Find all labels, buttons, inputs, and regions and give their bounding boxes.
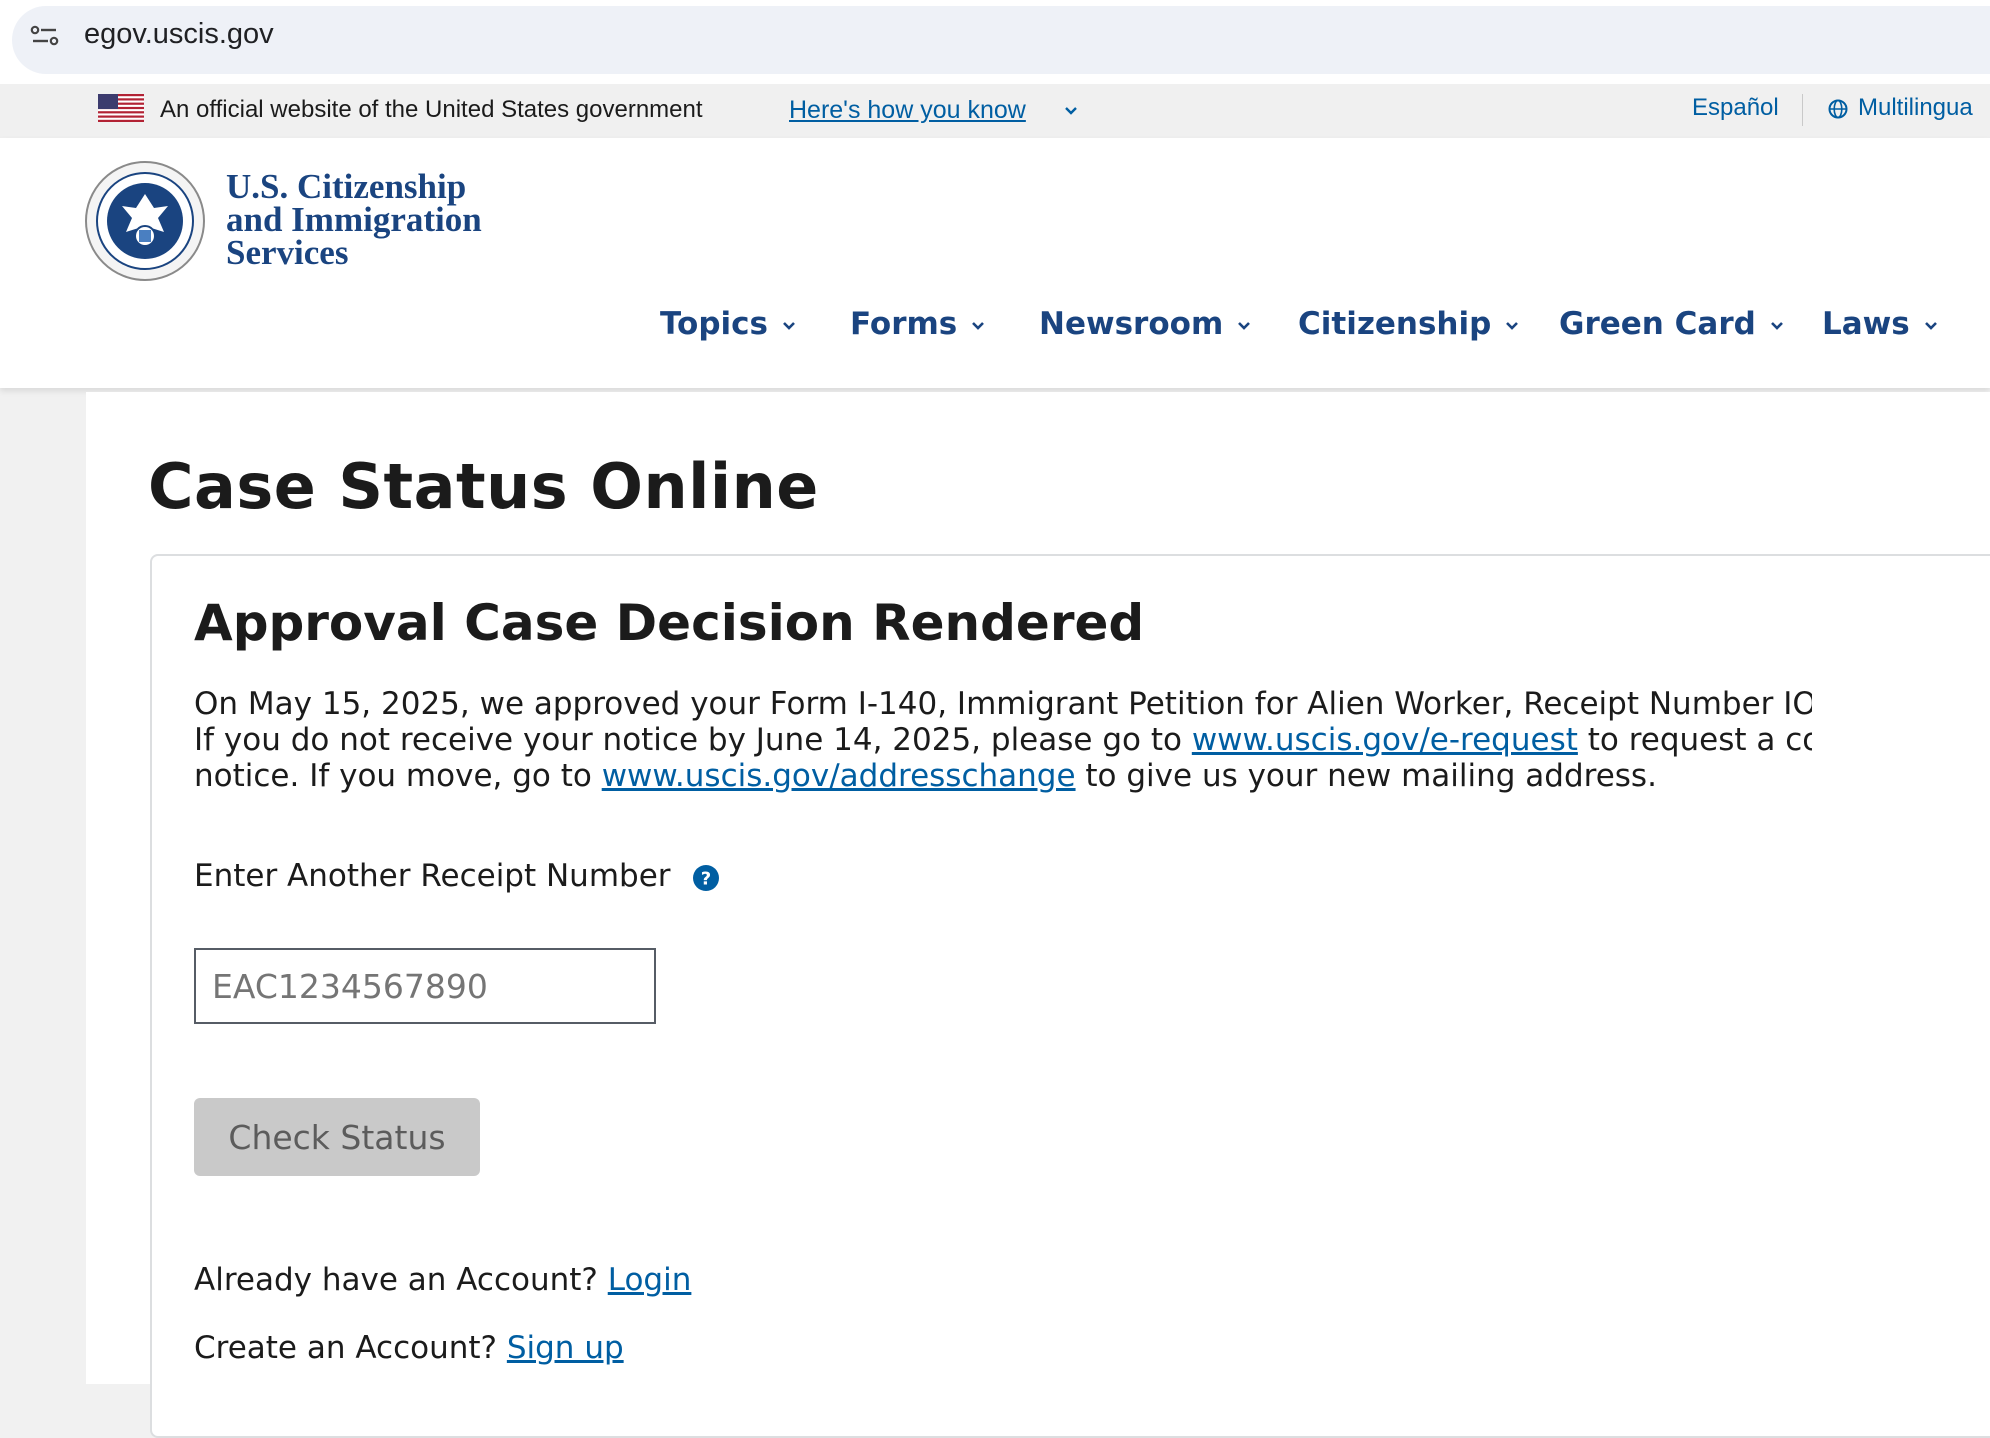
multilingual-link[interactable]: Multilingua — [1858, 94, 1973, 122]
status-text-line: If you do not receive your notice by Jun… — [194, 722, 1812, 758]
nav-laws[interactable]: Laws — [1822, 306, 1938, 342]
receipt-number-label: Enter Another Receipt Number — [194, 858, 671, 894]
case-status-heading: Approval Case Decision Rendered — [194, 594, 1145, 652]
official-site-text: An official website of the United States… — [160, 96, 703, 123]
status-text: notice. If you move, go to — [194, 758, 602, 794]
nav-label: Citizenship — [1298, 306, 1492, 342]
chevron-down-icon — [783, 321, 795, 330]
nav-newsroom[interactable]: Newsroom — [1039, 306, 1251, 342]
login-link[interactable]: Login — [608, 1262, 692, 1298]
e-request-link[interactable]: www.uscis.gov/e-request — [1192, 722, 1578, 758]
help-icon[interactable]: ? — [692, 864, 720, 892]
page-title: Case Status Online — [148, 450, 819, 523]
address-change-link[interactable]: www.uscis.gov/addresschange — [602, 758, 1076, 794]
nav-label: Green Card — [1559, 306, 1756, 342]
login-prompt-text: Already have an Account? — [194, 1262, 598, 1298]
chevron-down-icon — [1924, 321, 1937, 330]
login-prompt: Already have an Account? Login — [194, 1262, 691, 1298]
uscis-logo-text[interactable]: U.S. Citizenship and Immigration Service… — [226, 167, 482, 272]
url-text[interactable]: egov.uscis.gov — [84, 18, 274, 51]
logo-line: U.S. Citizenship — [226, 167, 467, 206]
svg-text:?: ? — [701, 869, 711, 890]
main-content: Case Status Online Approval Case Decisio… — [86, 392, 1990, 1438]
signup-prompt: Create an Account? Sign up — [194, 1330, 624, 1366]
status-text: If you do not receive your notice by Jun… — [194, 722, 1192, 758]
chevron-down-icon — [1770, 321, 1783, 330]
chevron-down-icon — [1238, 321, 1251, 330]
chevron-down-icon — [972, 321, 985, 330]
gov-banner: An official website of the United States… — [0, 84, 1990, 139]
status-text: to request a cop — [1587, 722, 1812, 758]
nav-topics[interactable]: Topics — [660, 306, 796, 342]
nav-citizenship[interactable]: Citizenship — [1298, 306, 1519, 342]
case-status-description: On May 15, 2025, we approved your Form I… — [194, 686, 1812, 796]
check-status-button[interactable]: Check Status — [194, 1098, 480, 1176]
status-text-line: On May 15, 2025, we approved your Form I… — [194, 686, 1812, 722]
status-text: to give us your new mailing address. — [1075, 758, 1657, 794]
chevron-down-icon — [1506, 321, 1519, 330]
globe-icon — [1828, 99, 1848, 119]
status-text-line: notice. If you move, go to www.uscis.gov… — [194, 758, 1812, 794]
signup-prompt-text: Create an Account? — [194, 1330, 497, 1366]
receipt-number-input[interactable] — [194, 948, 656, 1024]
case-status-card: Approval Case Decision Rendered On May 1… — [150, 554, 1990, 1438]
us-flag-icon — [98, 94, 144, 122]
omnibox[interactable] — [12, 6, 1990, 74]
nav-label: Laws — [1822, 306, 1910, 342]
logo-line: Services — [226, 233, 349, 272]
logo-line: and Immigration — [226, 200, 482, 239]
site-header: U.S. Citizenship and Immigration Service… — [0, 138, 1990, 388]
divider — [1802, 94, 1803, 126]
nav-label: Newsroom — [1039, 306, 1224, 342]
dhs-seal-icon[interactable] — [84, 160, 206, 282]
nav-green-card[interactable]: Green Card — [1559, 306, 1784, 342]
signup-link[interactable]: Sign up — [507, 1330, 624, 1366]
browser-address-bar: egov.uscis.gov — [0, 0, 1990, 84]
nav-forms[interactable]: Forms — [850, 306, 985, 342]
chevron-down-icon — [1065, 107, 1077, 115]
site-info-icon[interactable] — [30, 24, 60, 48]
nav-label: Forms — [850, 306, 958, 342]
how-you-know-link[interactable]: Here's how you know — [789, 96, 1026, 125]
nav-label: Topics — [660, 306, 768, 342]
espanol-link[interactable]: Español — [1692, 94, 1779, 122]
